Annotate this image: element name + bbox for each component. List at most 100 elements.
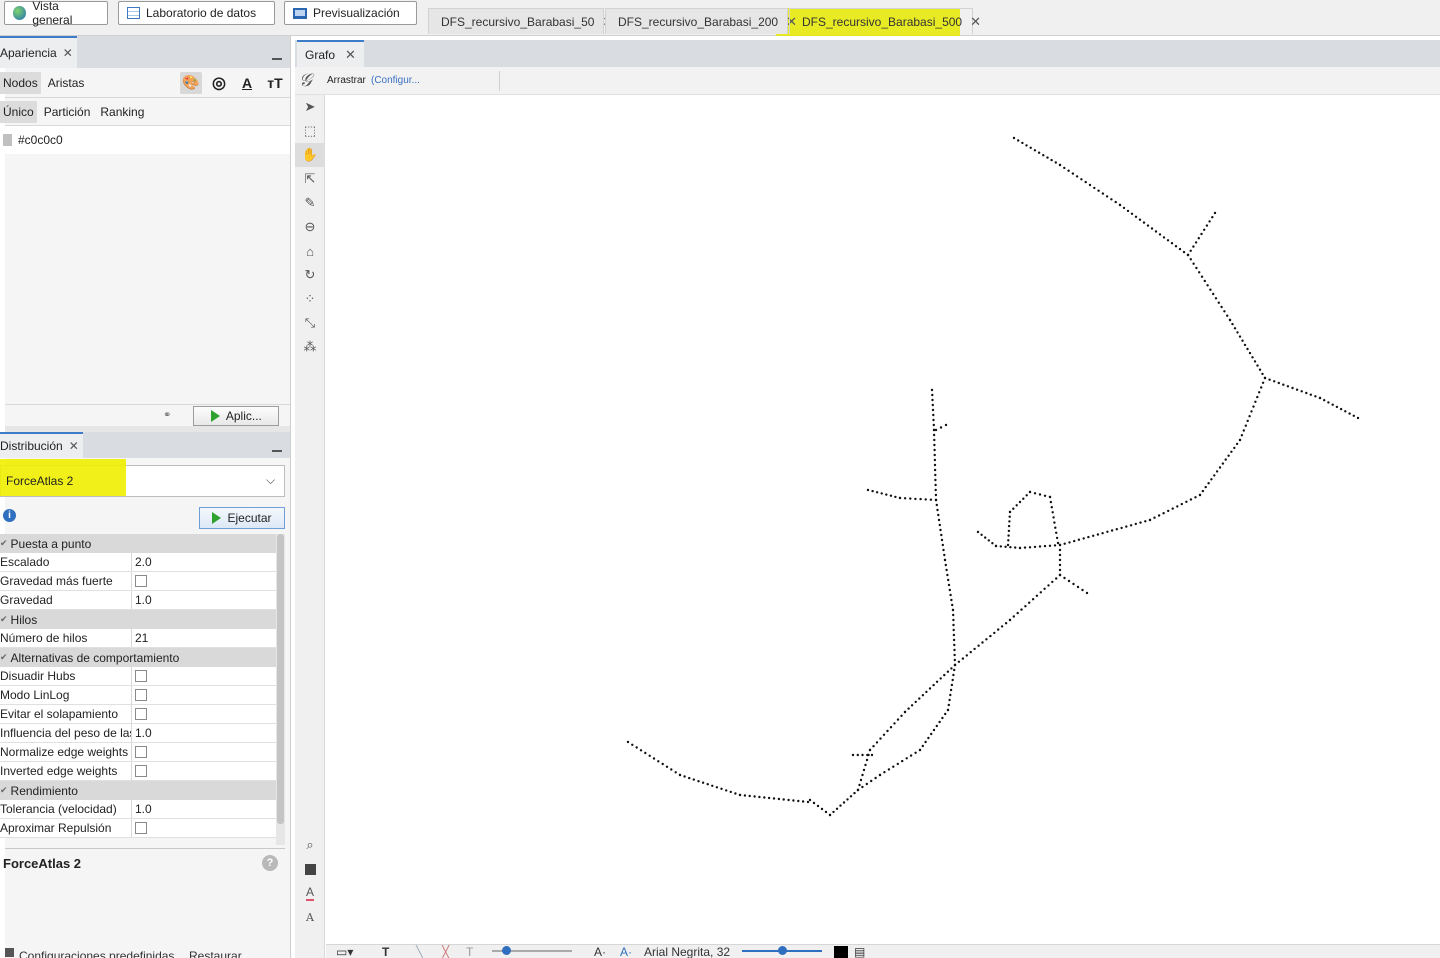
zoom-fit-icon[interactable]: ⌕ <box>295 833 325 857</box>
graph-node[interactable] <box>1139 521 1142 524</box>
graph-node[interactable] <box>944 563 947 567</box>
graph-node[interactable] <box>701 781 705 784</box>
graph-node[interactable] <box>1167 509 1170 513</box>
graph-node[interactable] <box>808 798 812 802</box>
graph-node[interactable] <box>909 497 912 500</box>
graph-node[interactable] <box>1080 178 1083 181</box>
graph-node[interactable] <box>839 804 842 807</box>
graph-node[interactable] <box>1260 386 1263 389</box>
graph-node[interactable] <box>1042 154 1045 157</box>
graph-node[interactable] <box>1235 442 1239 446</box>
tab-workspace-500[interactable]: DFS_recursivo_Barabasi_500 ✕ <box>789 8 981 34</box>
graph-node[interactable] <box>1037 151 1041 154</box>
graph-node[interactable] <box>1261 372 1264 376</box>
graph-node[interactable] <box>932 433 936 437</box>
label-color-icon[interactable]: A <box>236 72 258 94</box>
graph-node[interactable] <box>933 463 937 467</box>
graph-node[interactable] <box>1207 482 1210 485</box>
label-size-icon[interactable]: тT <box>264 72 286 94</box>
graph-node[interactable] <box>657 760 660 763</box>
graph-node[interactable] <box>1210 478 1213 481</box>
graph-node[interactable] <box>758 795 761 799</box>
graph-node[interactable] <box>1189 258 1192 261</box>
tab-layout[interactable]: Distribución ✕ <box>0 432 83 458</box>
graph-node[interactable] <box>965 654 968 657</box>
label-font-icon[interactable]: A <box>295 905 325 929</box>
background-color-icon[interactable] <box>295 857 325 881</box>
graph-node[interactable] <box>1081 588 1084 592</box>
graph-node[interactable] <box>1097 189 1100 192</box>
graph-node[interactable] <box>1058 568 1062 572</box>
graph-node[interactable] <box>1028 546 1032 549</box>
graph-node[interactable] <box>1056 541 1060 545</box>
tab-workspace-200[interactable]: DFS_recursivo_Barabasi_200 ✕ <box>605 8 797 34</box>
graph-node[interactable] <box>1039 591 1042 594</box>
minimize-icon[interactable] <box>272 58 282 60</box>
graph-node[interactable] <box>1226 314 1229 317</box>
edit-icon[interactable]: ⇱ <box>295 167 325 191</box>
graph-node[interactable] <box>953 653 956 657</box>
graph-node[interactable] <box>898 496 902 500</box>
graph-node[interactable] <box>943 553 946 557</box>
graph-node[interactable] <box>824 810 828 814</box>
graph-node[interactable] <box>866 488 870 492</box>
close-icon[interactable]: ✕ <box>970 14 981 30</box>
preview-button[interactable]: Previsualización <box>284 1 417 25</box>
tab-edges[interactable]: Aristas <box>45 72 88 94</box>
screenshot-icon[interactable]: ▭▾ <box>336 945 353 958</box>
graph-node[interactable] <box>674 771 677 774</box>
graph-node[interactable] <box>953 668 956 672</box>
graph-node[interactable] <box>1008 520 1011 523</box>
graph-node[interactable] <box>1043 544 1047 548</box>
graph-node[interactable] <box>1051 580 1054 584</box>
graph-node[interactable] <box>1038 493 1042 496</box>
graph-node[interactable] <box>697 780 700 783</box>
graph-node[interactable] <box>933 448 936 452</box>
graph-node[interactable] <box>944 712 947 716</box>
graph-node[interactable] <box>1189 498 1193 501</box>
graph-node[interactable] <box>1209 288 1212 291</box>
graph-node[interactable] <box>931 403 934 407</box>
graph-node[interactable] <box>910 704 914 707</box>
slider-thumb[interactable] <box>502 946 511 955</box>
property-row[interactable]: Evitar el solapamiento <box>0 705 276 724</box>
graph-node[interactable] <box>935 680 939 683</box>
graph-node[interactable] <box>934 428 938 432</box>
graph-node[interactable] <box>859 778 863 782</box>
graph-node[interactable] <box>1185 500 1188 503</box>
graph-node[interactable] <box>1118 203 1122 207</box>
edge-color-icon[interactable]: ╳ <box>442 945 449 958</box>
graph-node[interactable] <box>1192 245 1195 248</box>
graph-node[interactable] <box>1029 146 1032 149</box>
color-swatch[interactable] <box>834 946 848 958</box>
graph-node[interactable] <box>1068 541 1071 544</box>
graph-node[interactable] <box>1004 622 1008 625</box>
graph-node[interactable] <box>1251 356 1254 359</box>
graph-node[interactable] <box>878 773 882 777</box>
graph-node[interactable] <box>1203 228 1206 231</box>
graph-node[interactable] <box>1227 454 1230 457</box>
graph-node[interactable] <box>1025 144 1028 147</box>
graph-node[interactable] <box>1105 195 1109 198</box>
graph-node[interactable] <box>1244 424 1247 427</box>
graph-node[interactable] <box>882 733 886 736</box>
tab-appearance[interactable]: Apariencia ✕ <box>0 36 77 68</box>
graph-node[interactable] <box>976 530 980 534</box>
graph-node[interactable] <box>715 786 719 789</box>
graph-node[interactable] <box>806 800 810 804</box>
graph-node[interactable] <box>792 799 795 802</box>
graph-node[interactable] <box>1063 166 1066 170</box>
graph-node[interactable] <box>949 593 952 597</box>
run-button[interactable]: Ejecutar <box>199 507 285 529</box>
graph-node[interactable] <box>1205 224 1209 227</box>
graph-node[interactable] <box>1022 497 1025 500</box>
graph-node[interactable] <box>952 623 955 627</box>
graph-node[interactable] <box>914 751 917 754</box>
graph-node[interactable] <box>1327 401 1330 404</box>
graph-node[interactable] <box>1033 149 1037 152</box>
font-size-icon[interactable]: A· <box>594 945 606 958</box>
graph-node[interactable] <box>692 778 695 781</box>
graph-node[interactable] <box>942 548 945 552</box>
graph-node[interactable] <box>1352 414 1356 417</box>
graph-node[interactable] <box>951 678 954 682</box>
